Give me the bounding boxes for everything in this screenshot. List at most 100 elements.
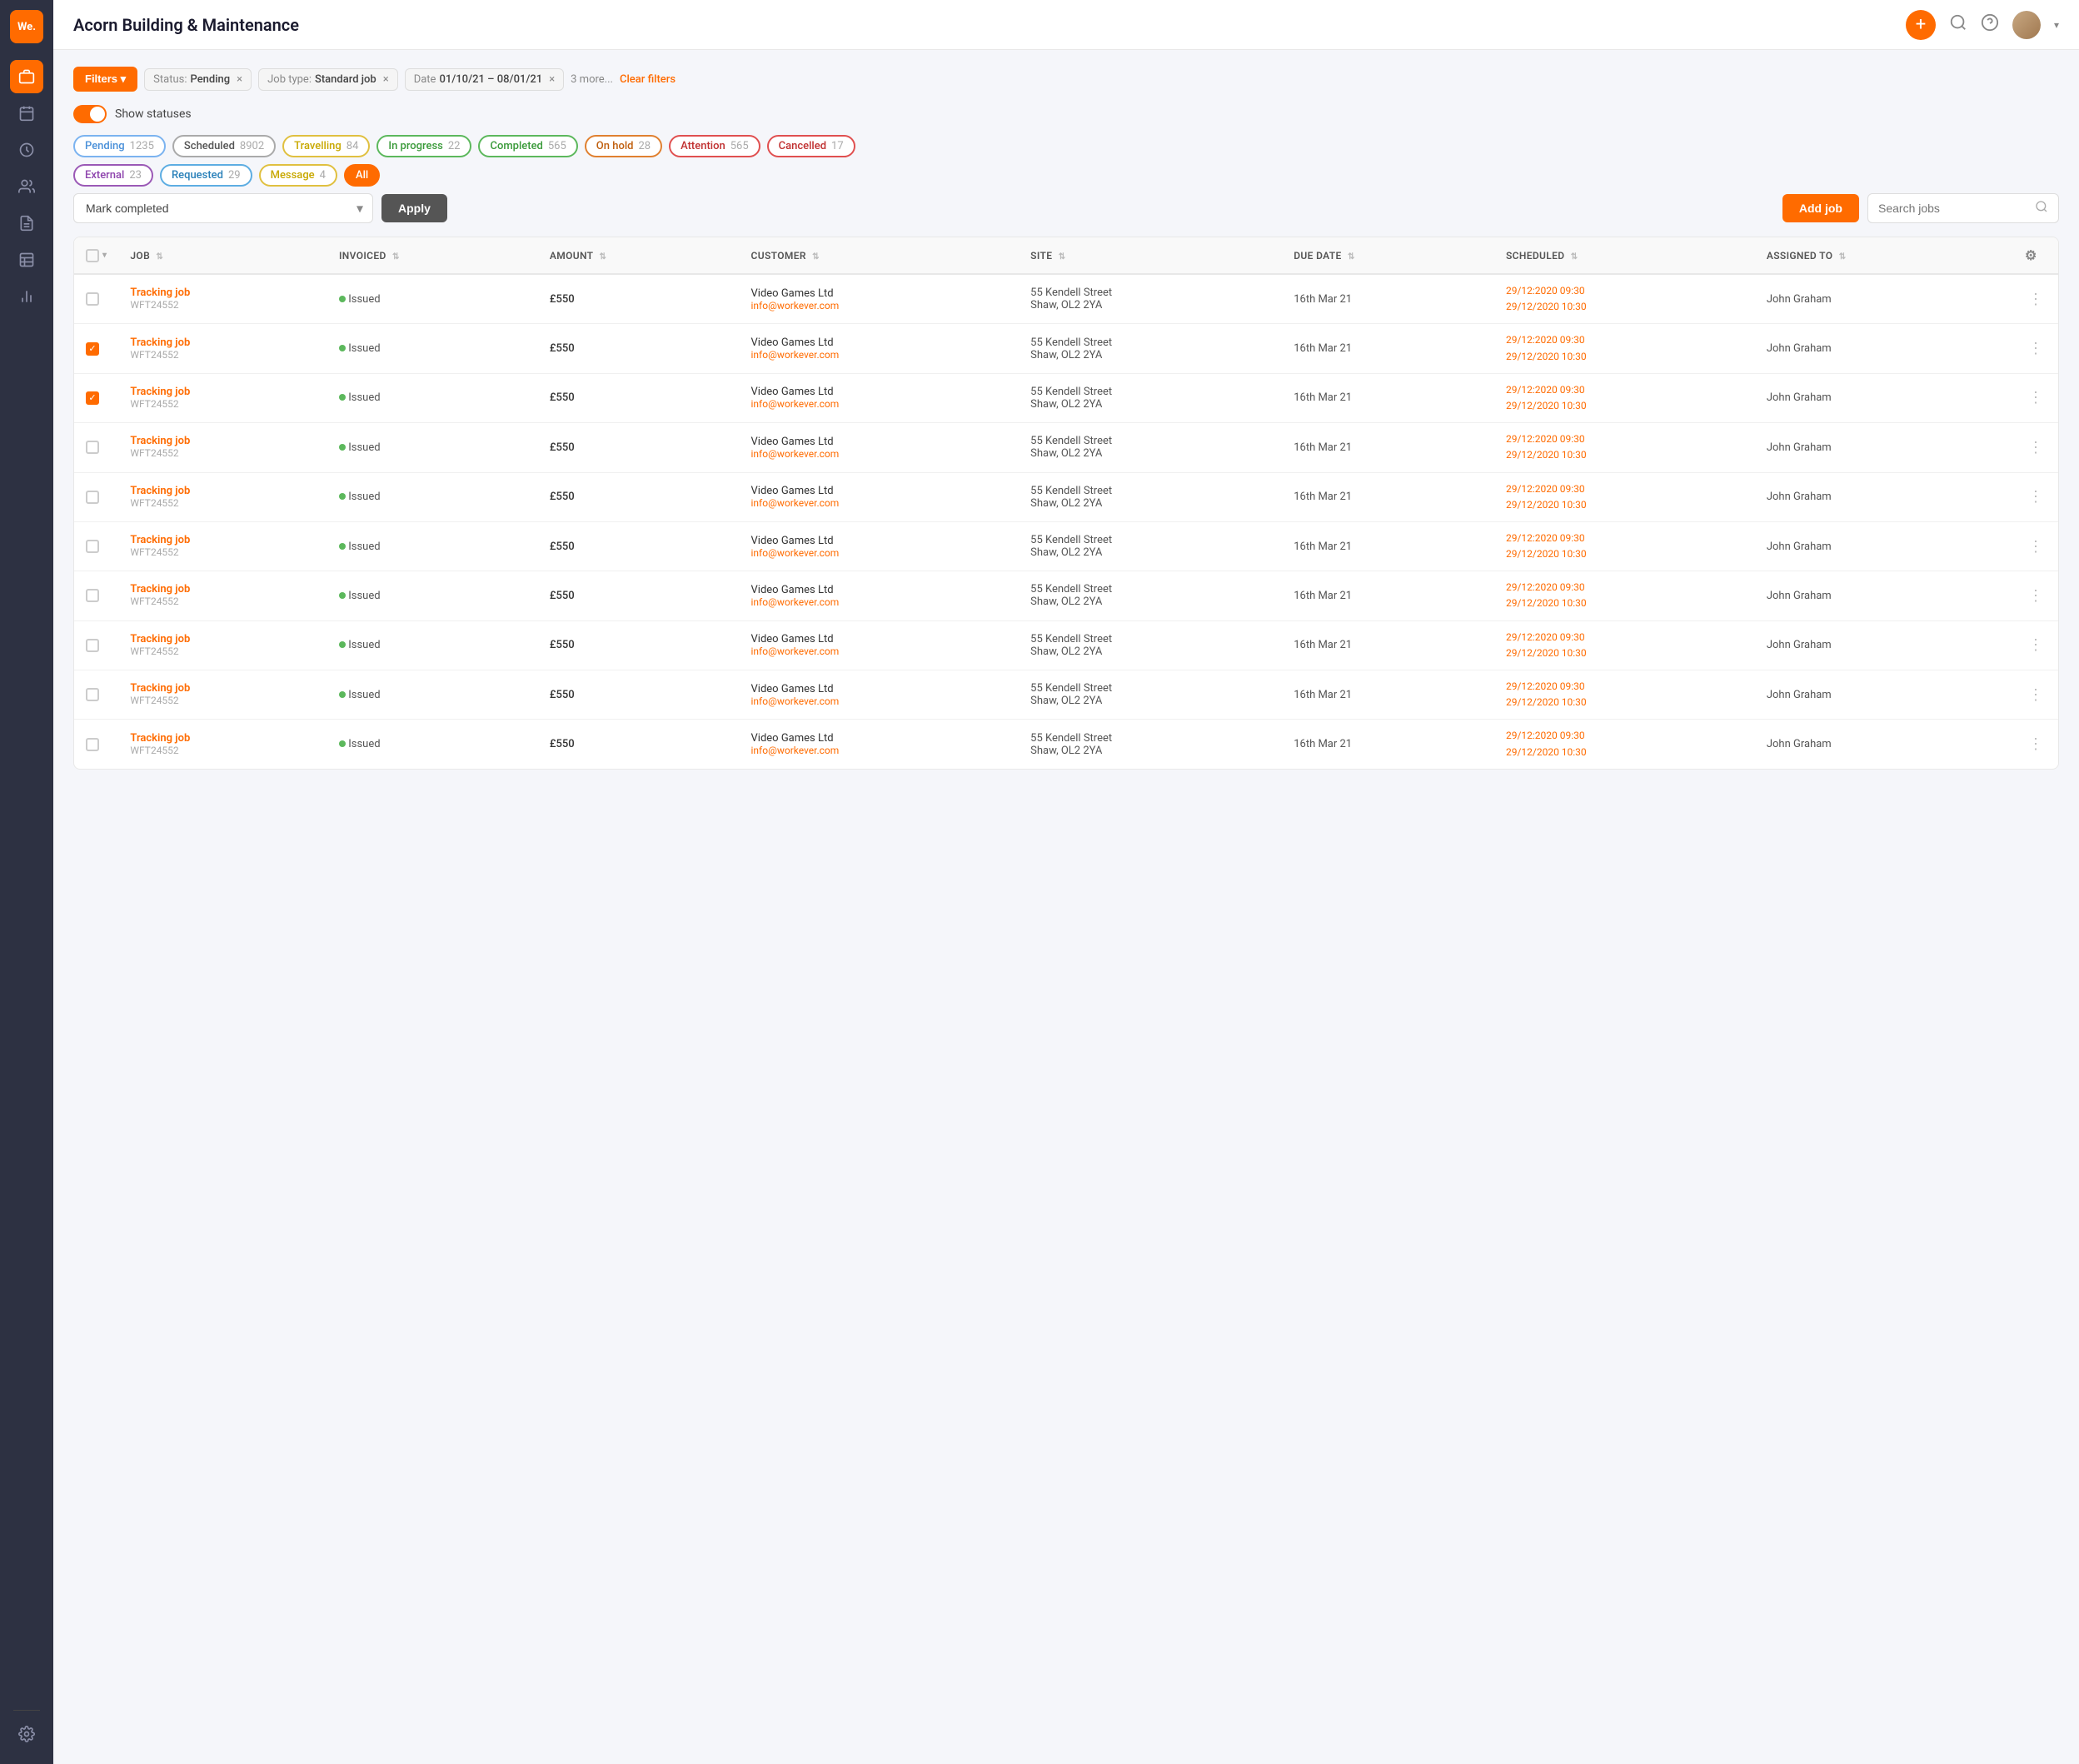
sort-icon-customer[interactable]: ⇅ <box>812 252 820 262</box>
row-menu-button[interactable]: ⋮ <box>2025 387 2047 408</box>
row-menu-button[interactable]: ⋮ <box>2025 338 2047 359</box>
sidebar-item-users[interactable] <box>10 170 43 203</box>
customer-email[interactable]: info@workever.com <box>751 695 1008 707</box>
avatar[interactable] <box>2012 11 2041 39</box>
chip-close-status[interactable]: × <box>237 73 242 86</box>
job-link[interactable]: Tracking job <box>130 732 316 745</box>
more-filters-label[interactable]: 3 more... <box>571 73 613 86</box>
row-checkbox[interactable] <box>86 292 99 306</box>
status-badge-message[interactable]: Message 4 <box>259 164 337 187</box>
chip-close-date[interactable]: × <box>549 73 555 86</box>
customer-email[interactable]: info@workever.com <box>751 497 1008 509</box>
job-link[interactable]: Tracking job <box>130 583 316 595</box>
row-checkbox[interactable] <box>86 738 99 751</box>
status-badge-requested[interactable]: Requested 29 <box>160 164 252 187</box>
sidebar-item-history[interactable] <box>10 133 43 167</box>
row-checkbox[interactable] <box>86 441 99 454</box>
sidebar-item-invoices[interactable] <box>10 207 43 240</box>
row-menu-button[interactable]: ⋮ <box>2025 486 2047 507</box>
sidebar-item-settings[interactable] <box>10 1717 43 1751</box>
status-badge-pending[interactable]: Pending 1235 <box>73 135 166 157</box>
show-statuses-toggle[interactable] <box>73 105 107 123</box>
status-badge-completed[interactable]: Completed 565 <box>478 135 577 157</box>
sort-icon-site[interactable]: ⇅ <box>1059 252 1066 262</box>
row-menu-button[interactable]: ⋮ <box>2025 685 2047 705</box>
row-checkbox[interactable] <box>86 391 99 405</box>
select-dropdown-icon[interactable]: ▾ <box>102 251 107 260</box>
filter-chip-status[interactable]: Status: Pending × <box>144 68 252 91</box>
sidebar-item-reports[interactable] <box>10 243 43 277</box>
job-link[interactable]: Tracking job <box>130 534 316 546</box>
row-menu-button[interactable]: ⋮ <box>2025 437 2047 458</box>
job-code: WFT24552 <box>130 447 178 459</box>
assigned-to: John Graham <box>1767 491 1832 503</box>
job-code: WFT24552 <box>130 645 178 657</box>
customer-email[interactable]: info@workever.com <box>751 349 1008 361</box>
table-settings-icon[interactable]: ⚙ <box>2025 247 2037 263</box>
action-select[interactable]: Mark completedMark pendingDelete <box>73 193 373 223</box>
help-icon-button[interactable] <box>1981 13 1999 36</box>
customer-email[interactable]: info@workever.com <box>751 596 1008 608</box>
customer-email[interactable]: info@workever.com <box>751 645 1008 657</box>
row-menu-button[interactable]: ⋮ <box>2025 536 2047 557</box>
filter-chip-jobtype[interactable]: Job type: Standard job × <box>258 68 398 91</box>
row-menu-button[interactable]: ⋮ <box>2025 635 2047 655</box>
sort-icon-amount[interactable]: ⇅ <box>599 252 606 262</box>
row-checkbox[interactable] <box>86 688 99 701</box>
sort-icon-assigned-to[interactable]: ⇅ <box>1839 252 1847 262</box>
customer-email[interactable]: info@workever.com <box>751 398 1008 410</box>
row-checkbox[interactable] <box>86 491 99 504</box>
sidebar-item-calendar[interactable] <box>10 97 43 130</box>
site-city: Shaw, OL2 2YA <box>1030 349 1270 361</box>
job-link[interactable]: Tracking job <box>130 386 316 398</box>
status-badge-on-hold[interactable]: On hold 28 <box>585 135 662 157</box>
global-add-button[interactable]: + <box>1906 10 1936 40</box>
customer-email[interactable]: info@workever.com <box>751 745 1008 756</box>
sidebar-item-analytics[interactable] <box>10 280 43 313</box>
sort-icon-job[interactable]: ⇅ <box>156 252 163 262</box>
invoiced-status: Issued <box>348 293 380 306</box>
row-menu-button[interactable]: ⋮ <box>2025 586 2047 606</box>
filter-chip-date[interactable]: Date 01/10/21 – 08/01/21 × <box>405 68 564 91</box>
row-checkbox[interactable] <box>86 540 99 553</box>
chip-close-jobtype[interactable]: × <box>383 73 389 86</box>
status-badge-all[interactable]: All <box>344 164 380 187</box>
scheduled-end: 29/12/2020 10:30 <box>1506 645 1743 661</box>
row-menu-button[interactable]: ⋮ <box>2025 289 2047 310</box>
row-checkbox[interactable] <box>86 639 99 652</box>
search-input[interactable] <box>1878 194 2028 222</box>
customer-email[interactable]: info@workever.com <box>751 547 1008 559</box>
status-badge-attention[interactable]: Attention 565 <box>669 135 760 157</box>
sort-icon-due-date[interactable]: ⇅ <box>1348 252 1355 262</box>
job-link[interactable]: Tracking job <box>130 287 316 299</box>
row-checkbox[interactable] <box>86 342 99 356</box>
clear-filters-button[interactable]: Clear filters <box>620 73 676 86</box>
job-link[interactable]: Tracking job <box>130 485 316 497</box>
status-badge-travelling[interactable]: Travelling 84 <box>282 135 370 157</box>
job-code: WFT24552 <box>130 595 178 607</box>
assigned-to: John Graham <box>1767 342 1832 355</box>
job-code: WFT24552 <box>130 299 178 311</box>
sort-icon-invoiced[interactable]: ⇅ <box>392 252 400 262</box>
apply-button[interactable]: Apply <box>381 194 447 222</box>
search-icon-button[interactable] <box>1949 13 1967 36</box>
job-link[interactable]: Tracking job <box>130 336 316 349</box>
row-checkbox[interactable] <box>86 589 99 602</box>
status-badge-in-progress[interactable]: In progress 22 <box>376 135 471 157</box>
customer-email[interactable]: info@workever.com <box>751 300 1008 311</box>
job-link[interactable]: Tracking job <box>130 633 316 645</box>
customer-name: Video Games Ltd <box>751 584 1008 596</box>
sort-icon-scheduled[interactable]: ⇅ <box>1571 252 1578 262</box>
row-menu-button[interactable]: ⋮ <box>2025 734 2047 755</box>
add-job-button[interactable]: Add job <box>1782 194 1859 222</box>
status-badge-external[interactable]: External 23 <box>73 164 153 187</box>
select-all-checkbox[interactable] <box>86 249 99 262</box>
filters-button[interactable]: Filters ▾ <box>73 67 137 92</box>
sidebar-item-jobs[interactable] <box>10 60 43 93</box>
status-badge-scheduled[interactable]: Scheduled 8902 <box>172 135 276 157</box>
job-link[interactable]: Tracking job <box>130 682 316 695</box>
customer-email[interactable]: info@workever.com <box>751 448 1008 460</box>
job-link[interactable]: Tracking job <box>130 435 316 447</box>
status-badge-cancelled[interactable]: Cancelled 17 <box>767 135 855 157</box>
table-row: Tracking job WFT24552 Issued £550 Video … <box>74 274 2058 324</box>
